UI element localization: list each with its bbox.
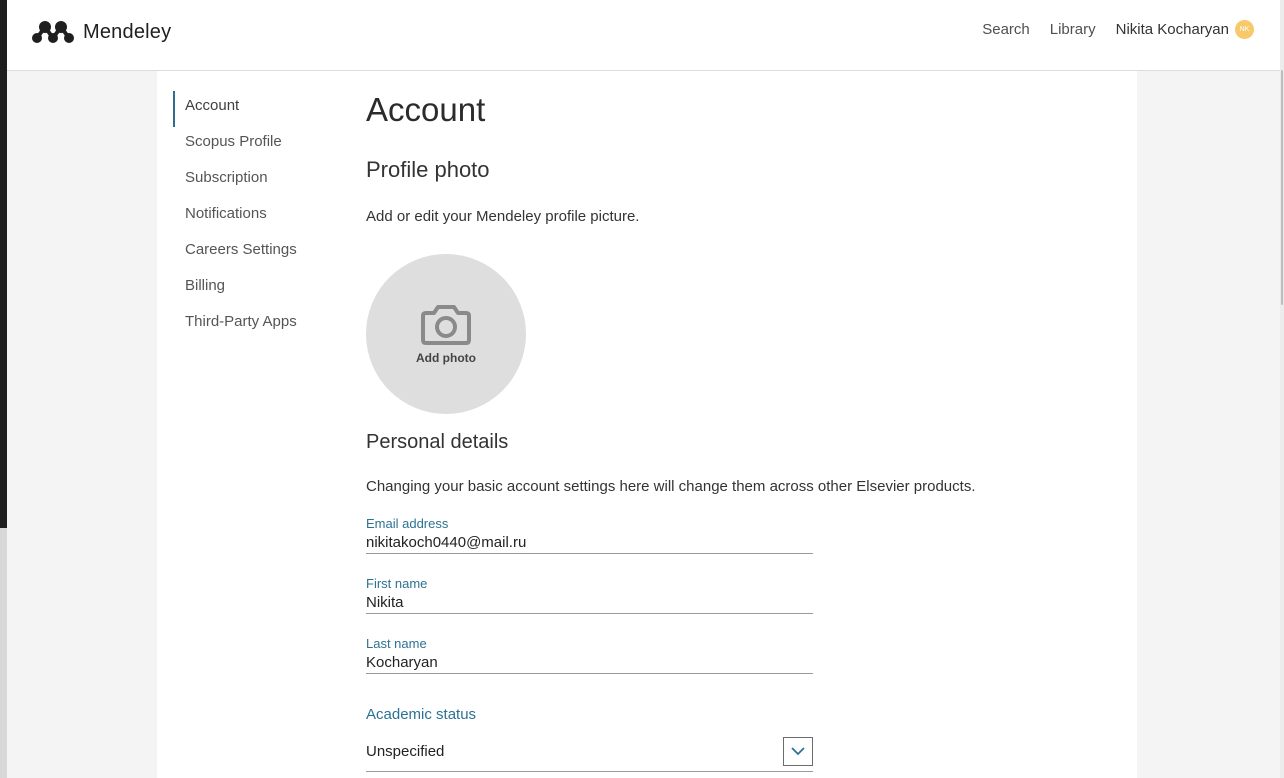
profile-photo-description: Add or edit your Mendeley profile pictur…	[366, 208, 640, 225]
first-name-label: First name	[366, 576, 428, 591]
profile-photo-heading: Profile photo	[366, 157, 490, 182]
email-label: Email address	[366, 516, 449, 531]
page-title: Account	[366, 91, 486, 128]
sidebar-item-account[interactable]: Account	[173, 91, 343, 127]
settings-card: Account Scopus Profile Subscription Noti…	[157, 71, 1137, 778]
top-navigation-bar: Mendeley Search Library Nikita Kocharyan…	[7, 0, 1280, 71]
sidebar-item-notifications[interactable]: Notifications	[173, 199, 343, 235]
sidebar-item-careers-settings[interactable]: Careers Settings	[173, 235, 343, 271]
sidebar-item-scopus-profile[interactable]: Scopus Profile	[173, 127, 343, 163]
academic-status-label: Academic status	[366, 706, 477, 723]
academic-status-field: Academic status Unspecified	[366, 706, 813, 772]
mendeley-logo-icon	[32, 21, 74, 43]
chevron-down-icon	[791, 747, 805, 756]
add-photo-button[interactable]: Add photo	[366, 254, 526, 414]
user-name: Nikita Kocharyan	[1115, 21, 1229, 38]
email-field: Email address	[366, 517, 813, 554]
camera-icon	[421, 305, 471, 345]
user-menu[interactable]: Nikita Kocharyan NK	[1116, 20, 1254, 39]
email-input[interactable]	[366, 531, 806, 553]
last-name-input[interactable]	[366, 651, 806, 673]
first-name-field: First name	[366, 577, 813, 614]
settings-sidebar: Account Scopus Profile Subscription Noti…	[173, 91, 343, 343]
sidebar-item-subscription[interactable]: Subscription	[173, 163, 343, 199]
scrollbar[interactable]	[1280, 0, 1284, 778]
background-window-strip	[0, 0, 7, 778]
last-name-label: Last name	[366, 636, 427, 651]
avatar: NK	[1235, 20, 1254, 39]
mendeley-logo[interactable]: Mendeley	[31, 18, 171, 46]
academic-status-select[interactable]: Unspecified	[366, 735, 813, 772]
sidebar-item-third-party-apps[interactable]: Third-Party Apps	[173, 307, 343, 343]
library-link[interactable]: Library	[1050, 21, 1096, 38]
personal-details-description: Changing your basic account settings her…	[366, 478, 976, 495]
add-photo-label: Add photo	[416, 351, 476, 365]
scrollbar-thumb[interactable]	[1281, 70, 1283, 305]
background-window-lower	[0, 528, 7, 778]
top-nav-links: Search Library Nikita Kocharyan NK	[982, 20, 1254, 39]
academic-status-dropdown-button[interactable]	[783, 737, 813, 766]
personal-details-heading: Personal details	[366, 431, 509, 453]
search-link[interactable]: Search	[982, 21, 1030, 38]
academic-status-value: Unspecified	[366, 743, 445, 760]
sidebar-item-billing[interactable]: Billing	[173, 271, 343, 307]
last-name-field: Last name	[366, 637, 813, 674]
logo-text: Mendeley	[83, 20, 172, 43]
first-name-input[interactable]	[366, 591, 806, 613]
